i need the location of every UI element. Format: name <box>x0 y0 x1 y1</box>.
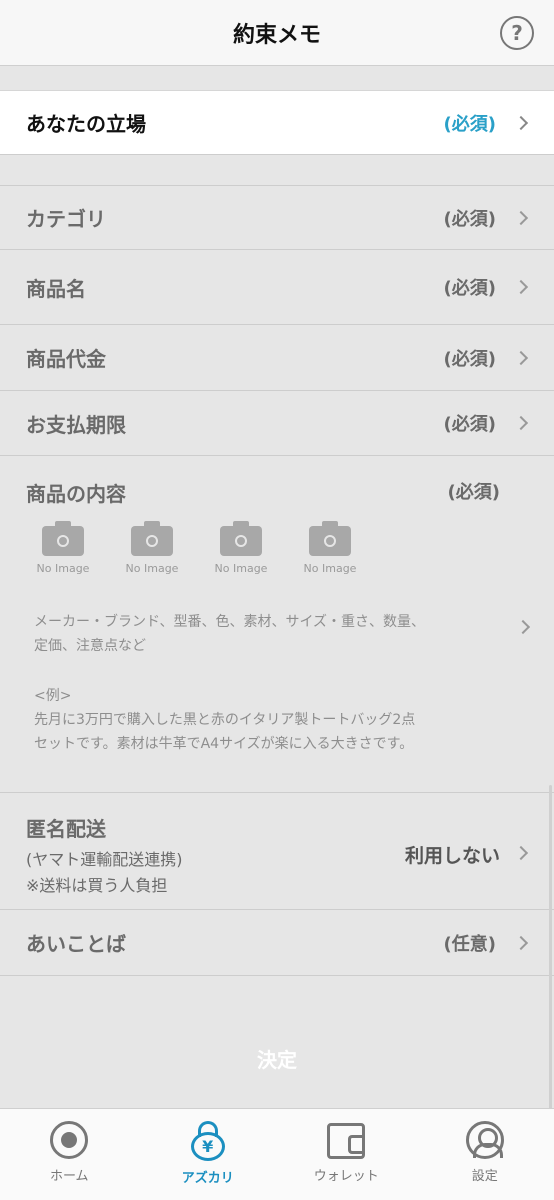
position-label: あなたの立場 <box>26 112 146 136</box>
camera-icon <box>220 521 262 556</box>
category-row[interactable]: カテゴリ (必須) <box>0 185 554 250</box>
product-content-label: 商品の内容 <box>26 482 126 506</box>
position-row[interactable]: あなたの立場 (必須) <box>0 90 554 155</box>
chevron-right-icon <box>515 619 531 635</box>
chevron-right-icon <box>513 115 529 130</box>
camera-icon <box>131 521 173 556</box>
tab-label: ウォレット <box>313 1169 379 1184</box>
header: 約束メモ ? <box>0 0 554 66</box>
chevron-right-icon <box>513 279 529 295</box>
submit-button[interactable]: 決定 <box>0 1030 554 1086</box>
settings-icon <box>465 1121 504 1159</box>
category-label: カテゴリ <box>26 207 106 231</box>
content-hint: メーカー・ブランド、型番、色、素材、サイズ・重さ、数量、 定価、注意点など <box>34 610 494 658</box>
hint-line: 定価、注意点など <box>34 638 146 654</box>
camera-icon <box>309 521 351 556</box>
payment-deadline-row[interactable]: お支払期限 (必須) <box>0 391 554 456</box>
photo-slot-4[interactable]: No Image <box>301 521 359 575</box>
tab-home[interactable]: ホーム <box>0 1109 139 1200</box>
wallet-icon <box>327 1123 366 1159</box>
no-image-label: No Image <box>125 562 179 575</box>
anonymous-shipping-row[interactable]: 匿名配送 (ヤマト運輸配送連携) ※送料は買う人負担 利用しない <box>0 793 554 910</box>
chevron-right-icon <box>513 845 529 861</box>
chevron-right-icon <box>513 415 529 431</box>
product-name-row[interactable]: 商品名 (必須) <box>0 250 554 325</box>
no-image-label: No Image <box>303 562 357 575</box>
hint-line: メーカー・ブランド、型番、色、素材、サイズ・重さ、数量、 <box>34 614 426 630</box>
payment-deadline-label: お支払期限 <box>26 412 126 437</box>
product-name-label: 商品名 <box>26 276 86 301</box>
azukari-lock-icon: ¥ <box>189 1121 227 1161</box>
tab-bar: ホーム ¥ アズカリ ウォレット 設定 <box>0 1108 554 1200</box>
no-image-label: No Image <box>214 562 268 575</box>
photo-slots: No Image No Image No Image No Image <box>34 521 359 575</box>
anonymous-shipping-sub2: ※送料は買う人負担 <box>26 876 168 895</box>
price-row[interactable]: 商品代金 (必須) <box>0 325 554 391</box>
tab-settings[interactable]: 設定 <box>416 1109 554 1200</box>
product-content-section[interactable]: 商品の内容 (必須) No Image No Image No Image No… <box>0 456 554 793</box>
price-requirement: (必須) <box>443 348 496 370</box>
example-line: セットです。素材は牛革でA4サイズが楽に入る大きさです。 <box>34 736 414 752</box>
help-icon[interactable]: ? <box>500 16 534 50</box>
tab-label: アズカリ <box>181 1171 234 1186</box>
tab-label: 設定 <box>471 1169 498 1184</box>
position-requirement: (必須) <box>443 113 496 135</box>
photo-slot-3[interactable]: No Image <box>212 521 270 575</box>
passphrase-row[interactable]: あいことば (任意) <box>0 910 554 976</box>
anonymous-shipping-sub1: (ヤマト運輸配送連携) <box>26 850 183 869</box>
example-line: 先月に3万円で購入した黒と赤のイタリア製トートバッグ2点 <box>34 712 416 728</box>
product-name-requirement: (必須) <box>443 278 496 299</box>
tab-wallet[interactable]: ウォレット <box>277 1109 416 1200</box>
chevron-right-icon <box>513 350 529 365</box>
page-title: 約束メモ <box>232 22 321 48</box>
photo-slot-1[interactable]: No Image <box>34 521 92 575</box>
anonymous-shipping-value: 利用しない <box>404 845 500 867</box>
photo-slot-2[interactable]: No Image <box>123 521 181 575</box>
chevron-right-icon <box>513 210 529 225</box>
example-label: <例> <box>34 688 72 704</box>
anonymous-shipping-label: 匿名配送 <box>26 817 106 841</box>
category-requirement: (必須) <box>443 208 496 230</box>
product-content-requirement: (必須) <box>447 482 500 503</box>
camera-icon <box>42 521 84 556</box>
tab-label: ホーム <box>49 1169 89 1184</box>
price-label: 商品代金 <box>26 347 106 371</box>
payment-deadline-requirement: (必須) <box>443 414 496 435</box>
anonymous-shipping-note: (ヤマト運輸配送連携) ※送料は買う人負担 <box>26 847 183 899</box>
passphrase-label: あいことば <box>26 932 126 956</box>
tab-azukari[interactable]: ¥ アズカリ <box>139 1109 278 1200</box>
home-icon <box>50 1121 89 1159</box>
content-example: <例> 先月に3万円で購入した黒と赤のイタリア製トートバッグ2点 セットです。素… <box>34 684 504 756</box>
passphrase-requirement: (任意) <box>443 933 496 955</box>
no-image-label: No Image <box>36 562 90 575</box>
chevron-right-icon <box>513 935 529 950</box>
